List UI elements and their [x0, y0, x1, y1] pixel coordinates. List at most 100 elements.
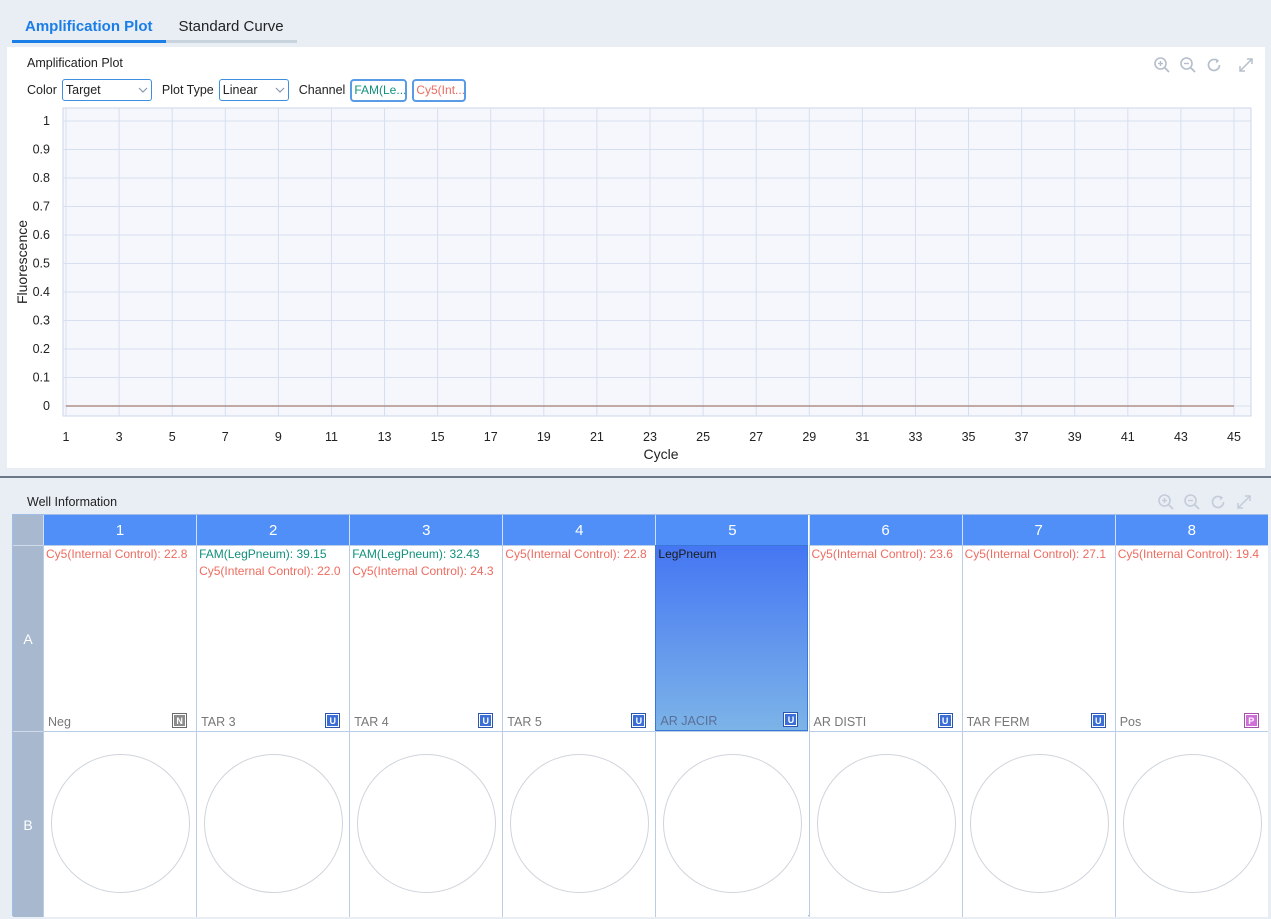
x-tick-label: 41	[1121, 430, 1135, 444]
zoom-out-icon[interactable]	[1179, 56, 1197, 74]
channel-fam-button[interactable]: FAM(Le...	[350, 78, 408, 102]
tab-amplification-plot[interactable]: Amplification Plot	[12, 12, 166, 43]
channel-label: Channel	[298, 83, 346, 97]
well-ct-value: Cy5(Internal Control): 22.8	[505, 547, 647, 561]
well-sample-name: AR DISTI	[813, 715, 867, 729]
well-information-title: Well Information	[27, 495, 118, 509]
chevron-down-icon	[138, 87, 148, 93]
amplification-chart: 10.90.80.70.60.50.40.30.20.101 3 5 7 9 11 13 15…	[14, 107, 1252, 462]
amplification-plot-panel: Amplification Plot Color Target Plot Typ…	[7, 47, 1265, 468]
well-plate-grid: 1 2 3 4 5 6 7 8 A B Cy5(Internal Control): 22.8 Neg…	[12, 514, 1268, 917]
column-header[interactable]: 1	[43, 515, 197, 545]
well-cell[interactable]: FAM(LegPneum): 32.43 Cy5(Internal Control…	[349, 545, 503, 731]
empty-well-circle	[663, 754, 803, 893]
empty-well-circle	[1122, 754, 1262, 893]
sample-type-badge: P	[1243, 713, 1259, 728]
plot-area	[62, 107, 1252, 417]
well-ct-value: FAM(LegPneum): 32.43	[352, 547, 480, 561]
well-ct-value: Cy5(Internal Control): 23.6	[811, 547, 953, 561]
y-tick-label: 0.5	[33, 257, 50, 271]
refresh-icon[interactable]	[1209, 493, 1227, 511]
well-cell[interactable]: Cy5(Internal Control): 22.8 Neg N	[43, 545, 197, 731]
x-tick-label: 1	[63, 430, 70, 444]
color-select[interactable]: Target	[61, 79, 152, 101]
sample-type-badge: U	[1090, 713, 1106, 728]
tab-bar: Amplification Plot Standard Curve	[12, 12, 297, 43]
x-tick-label: 5	[169, 430, 176, 444]
well-cell[interactable]: FAM(LegPneum): 39.15 Cy5(Internal Control…	[196, 545, 350, 731]
well-cell[interactable]: Cy5(Internal Control): 27.1 TAR FERM U	[961, 545, 1115, 731]
zoom-in-icon[interactable]	[1157, 493, 1175, 511]
well-ct-value: FAM(LegPneum): 39.15	[199, 547, 327, 561]
x-tick-label: 13	[378, 430, 392, 444]
well-cell-empty[interactable]	[1114, 731, 1268, 917]
plot-toolbar	[1153, 56, 1255, 74]
well-cell[interactable]: Cy5(Internal Control): 19.4 Pos P	[1114, 545, 1268, 731]
well-cell[interactable]: LegPneum AR JACIR U	[655, 545, 809, 731]
refresh-icon[interactable]	[1205, 56, 1223, 74]
well-cell[interactable]: Cy5(Internal Control): 22.8 TAR 5 U	[502, 545, 656, 731]
well-cell-empty[interactable]	[655, 731, 809, 917]
empty-well-circle	[51, 754, 190, 893]
x-tick-label: 27	[749, 430, 763, 444]
well-ct-value: Cy5(Internal Control): 19.4	[1117, 547, 1260, 561]
well-cell-empty[interactable]	[349, 731, 503, 917]
sample-type-badge: N	[172, 713, 188, 728]
x-tick-label: 39	[1068, 430, 1082, 444]
column-header[interactable]: 2	[196, 515, 350, 545]
sample-type-badge: U	[937, 713, 953, 728]
x-tick-label: 37	[1015, 430, 1029, 444]
y-tick-label: 0.9	[33, 143, 50, 157]
row-header[interactable]: A	[13, 545, 43, 731]
expand-icon[interactable]	[1237, 56, 1255, 74]
color-select-value: Target	[65, 83, 101, 97]
y-tick-label: 0	[43, 399, 50, 413]
y-tick-label: 0.2	[33, 342, 50, 356]
column-header[interactable]: 5	[655, 515, 809, 545]
well-cell-empty[interactable]	[808, 731, 962, 917]
row-header[interactable]: B	[13, 731, 43, 917]
x-tick-label: 15	[431, 430, 445, 444]
x-tick-label: 45	[1227, 430, 1241, 444]
well-cell-empty[interactable]	[961, 731, 1115, 917]
y-tick-label: 0.4	[33, 285, 50, 299]
zoom-in-icon[interactable]	[1153, 56, 1171, 74]
panel-divider[interactable]	[0, 476, 1271, 478]
y-tick-label: 0.1	[33, 371, 50, 385]
plot-type-label: Plot Type	[161, 83, 214, 97]
x-tick-label: 3	[116, 430, 123, 444]
y-tick-label: 0.3	[33, 314, 50, 328]
plot-type-select[interactable]: Linear	[218, 79, 289, 101]
x-tick-label: 29	[802, 430, 816, 444]
expand-icon[interactable]	[1235, 493, 1253, 511]
column-header[interactable]: 7	[961, 515, 1115, 545]
column-header[interactable]: 3	[349, 515, 503, 545]
column-header[interactable]: 8	[1114, 515, 1268, 545]
plot-controls: Color Target Plot Type Linear Channel FA…	[27, 78, 467, 102]
zoom-out-icon[interactable]	[1183, 493, 1201, 511]
sample-type-badge: U	[631, 713, 647, 728]
empty-well-circle	[816, 754, 956, 893]
sample-type-badge: U	[325, 713, 341, 728]
x-tick-label: 17	[484, 430, 498, 444]
x-tick-label: 7	[222, 430, 229, 444]
well-sample-name: Pos	[1119, 715, 1142, 729]
tab-standard-curve[interactable]: Standard Curve	[165, 12, 297, 43]
well-ct-value: LegPneum	[658, 547, 717, 561]
channel-cy5-button[interactable]: Cy5(Int...	[412, 78, 467, 102]
well-sample-name: TAR 4	[354, 715, 389, 729]
well-cell-empty[interactable]	[196, 731, 350, 917]
empty-well-circle	[204, 754, 344, 893]
column-header[interactable]: 6	[808, 515, 962, 545]
column-header[interactable]: 4	[502, 515, 656, 545]
x-axis-label: Cycle	[643, 446, 678, 462]
well-cell-empty[interactable]	[502, 731, 656, 917]
x-tick-label: 33	[909, 430, 923, 444]
empty-well-circle	[357, 754, 497, 893]
well-sample-name: AR JACIR	[660, 714, 718, 728]
x-tick-label: 31	[855, 430, 869, 444]
well-cell[interactable]: Cy5(Internal Control): 23.6 AR DISTI U	[808, 545, 962, 731]
well-cell-empty[interactable]	[43, 731, 197, 917]
sample-type-badge: U	[478, 713, 494, 728]
well-ct-value: Cy5(Internal Control): 22.0	[199, 564, 341, 578]
